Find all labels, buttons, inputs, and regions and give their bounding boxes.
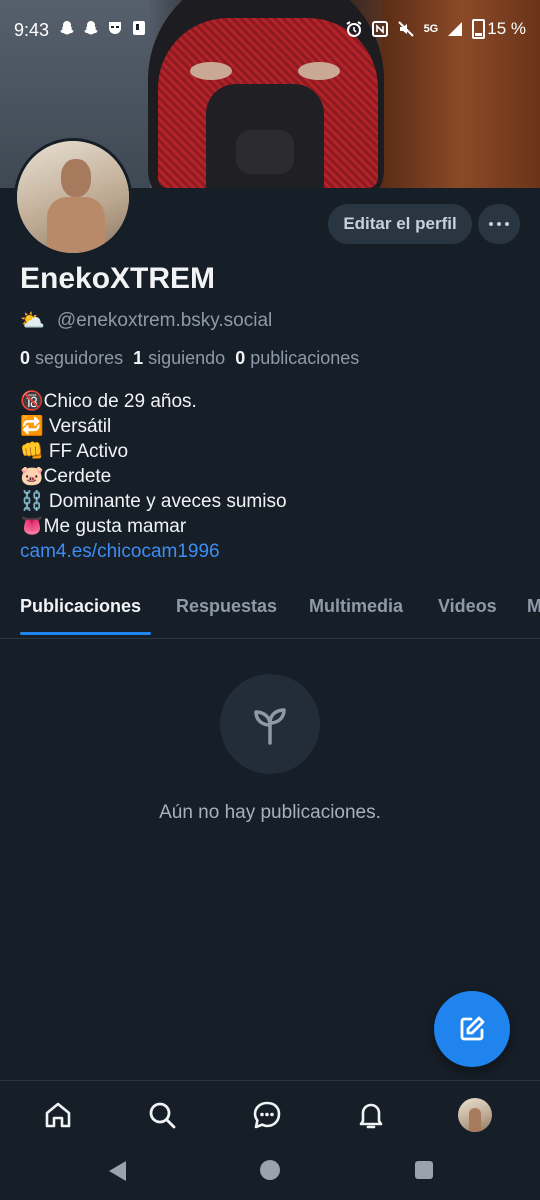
battery-icon [472,19,486,39]
posts-count: 0 [235,348,246,368]
app-notification-icon [130,19,148,37]
empty-state-text: Aún no hay publicaciones. [159,802,381,823]
recents-icon[interactable] [415,1161,433,1179]
notification-icons [58,19,148,37]
tab-publicaciones[interactable]: Publicaciones [20,596,141,617]
edit-profile-button[interactable]: Editar el perfil [328,204,472,244]
chat-icon [253,1101,281,1129]
banner-nose [236,130,294,174]
back-icon[interactable] [106,1159,128,1183]
posts-label: publicaciones [250,348,360,368]
system-icons: 5G 15 % [345,19,526,39]
posts-stat: 0 publicaciones [235,348,359,369]
following-stat[interactable]: 1 siguiendo [133,348,225,369]
nav-home[interactable] [38,1095,78,1135]
sprout-icon [220,674,320,774]
home-button-icon[interactable] [260,1160,280,1180]
nav-chat[interactable] [247,1095,287,1135]
bio-line: 🐷Cerdete [20,466,112,487]
more-options-button[interactable] [478,204,520,244]
bio-line: 👊 FF Activo [20,441,129,462]
more-dot-icon [497,222,501,226]
nav-notifications[interactable] [351,1095,391,1135]
system-navigation-bar [0,1150,540,1200]
handle-emoji: ⛅ [20,310,45,332]
compose-icon [460,1016,485,1041]
battery-indicator: 15 % [472,19,526,39]
bottom-navigation [0,1080,540,1151]
profile-tabs: Publicaciones Respuestas Multimedia Vide… [0,590,540,639]
snapchat-icon [58,19,76,37]
bell-icon [359,1103,383,1129]
followers-stat[interactable]: 0 seguidores [20,348,123,369]
profile-avatar[interactable] [14,138,132,256]
active-tab-indicator [20,632,151,635]
banner-eye-left [190,62,232,80]
tab-overflow[interactable]: M [527,596,540,617]
following-count: 1 [133,348,144,368]
alarm-icon [346,21,362,37]
bio-line: 👅Me gusta mamar [20,516,187,537]
profile-avatar-small [458,1098,492,1132]
network-type: 5G [423,23,439,35]
tab-respuestas[interactable]: Respuestas [176,596,277,617]
battery-level: 15 % [487,19,526,38]
tab-videos[interactable]: Videos [438,596,497,617]
home-icon [45,1102,71,1128]
more-dot-icon [489,222,493,226]
status-time: 9:43 [14,20,50,40]
status-bar: 9:43 5G 15 % [0,0,540,64]
bio-line: ⛓️ Dominante y aveces sumiso [20,491,287,512]
compose-button[interactable] [434,991,510,1067]
grindr-icon [106,19,124,37]
bio-line: 🔞Chico de 29 años. [20,391,197,412]
display-name: EnekoXTREM [20,262,216,295]
signal-icon [448,22,463,36]
bio-line: 🔁 Versátil [20,416,112,437]
snapchat-icon-2 [82,19,100,37]
following-label: siguiendo [148,348,226,368]
mute-icon [397,21,414,37]
banner-eye-right [298,62,340,80]
more-dot-icon [505,222,509,226]
nav-profile[interactable] [455,1095,495,1135]
nav-search[interactable] [142,1095,182,1135]
search-icon [149,1102,176,1129]
profile-handle[interactable]: @enekoxtrem.bsky.social [57,310,272,332]
nfc-icon [371,21,388,37]
followers-count: 0 [20,348,31,368]
followers-label: seguidores [35,348,124,368]
profile-stats: 0 seguidores 1 siguiendo 0 publicaciones [20,348,359,369]
profile-bio: 🔞Chico de 29 años. 🔁 Versátil 👊 FF Activ… [20,389,287,564]
bio-link[interactable]: cam4.es/chicocam1996 [20,539,287,564]
tab-multimedia[interactable]: Multimedia [309,596,403,617]
handle-row: ⛅ @enekoxtrem.bsky.social [20,308,272,333]
